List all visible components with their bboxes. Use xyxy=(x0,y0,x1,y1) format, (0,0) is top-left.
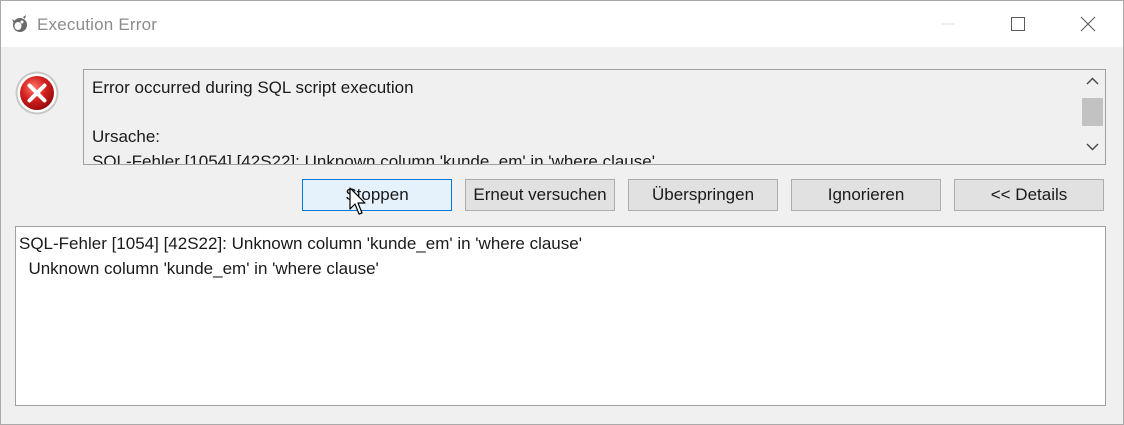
app-icon xyxy=(9,14,29,34)
close-icon xyxy=(1080,16,1096,32)
title-bar[interactable]: Execution Error xyxy=(1,1,1123,47)
error-icon xyxy=(14,70,60,116)
error-message-box[interactable]: Error occurred during SQL script executi… xyxy=(83,69,1106,165)
error-details-text: SQL-Fehler [1054] [42S22]: Unknown colum… xyxy=(19,231,582,281)
message-scrollbar[interactable] xyxy=(1080,70,1105,164)
error-details-box[interactable]: SQL-Fehler [1054] [42S22]: Unknown colum… xyxy=(15,226,1106,406)
window-title: Execution Error xyxy=(37,15,158,34)
message-line-1: Error occurred during SQL script executi… xyxy=(92,78,414,97)
scroll-down-icon[interactable] xyxy=(1086,142,1099,152)
skip-button[interactable]: Überspringen xyxy=(628,179,778,211)
message-line-4: SQL-Fehler [1054] [42S22]: Unknown colum… xyxy=(92,151,655,165)
dialog-window: Execution Error Error occurred during SQ… xyxy=(0,0,1124,425)
stop-button[interactable]: Stoppen xyxy=(302,179,452,211)
maximize-button[interactable] xyxy=(995,1,1041,47)
mouse-cursor-icon xyxy=(349,187,369,222)
error-message-text: Error occurred during SQL script executi… xyxy=(92,76,1072,165)
ignore-button[interactable]: Ignorieren xyxy=(791,179,941,211)
scroll-thumb[interactable] xyxy=(1082,98,1103,126)
details-line-2: Unknown column 'kunde_em' in 'where clau… xyxy=(19,259,379,278)
message-line-2 xyxy=(92,101,1072,126)
scroll-up-icon[interactable] xyxy=(1086,76,1099,86)
minimize-icon xyxy=(941,23,955,25)
maximize-icon xyxy=(1011,17,1025,31)
retry-button[interactable]: Erneut versuchen xyxy=(465,179,615,211)
message-line-3: Ursache: xyxy=(92,127,161,146)
minimize-button[interactable] xyxy=(925,1,971,47)
close-button[interactable] xyxy=(1065,1,1111,47)
details-toggle-button[interactable]: << Details xyxy=(954,179,1104,211)
details-line-1: SQL-Fehler [1054] [42S22]: Unknown colum… xyxy=(19,234,582,253)
